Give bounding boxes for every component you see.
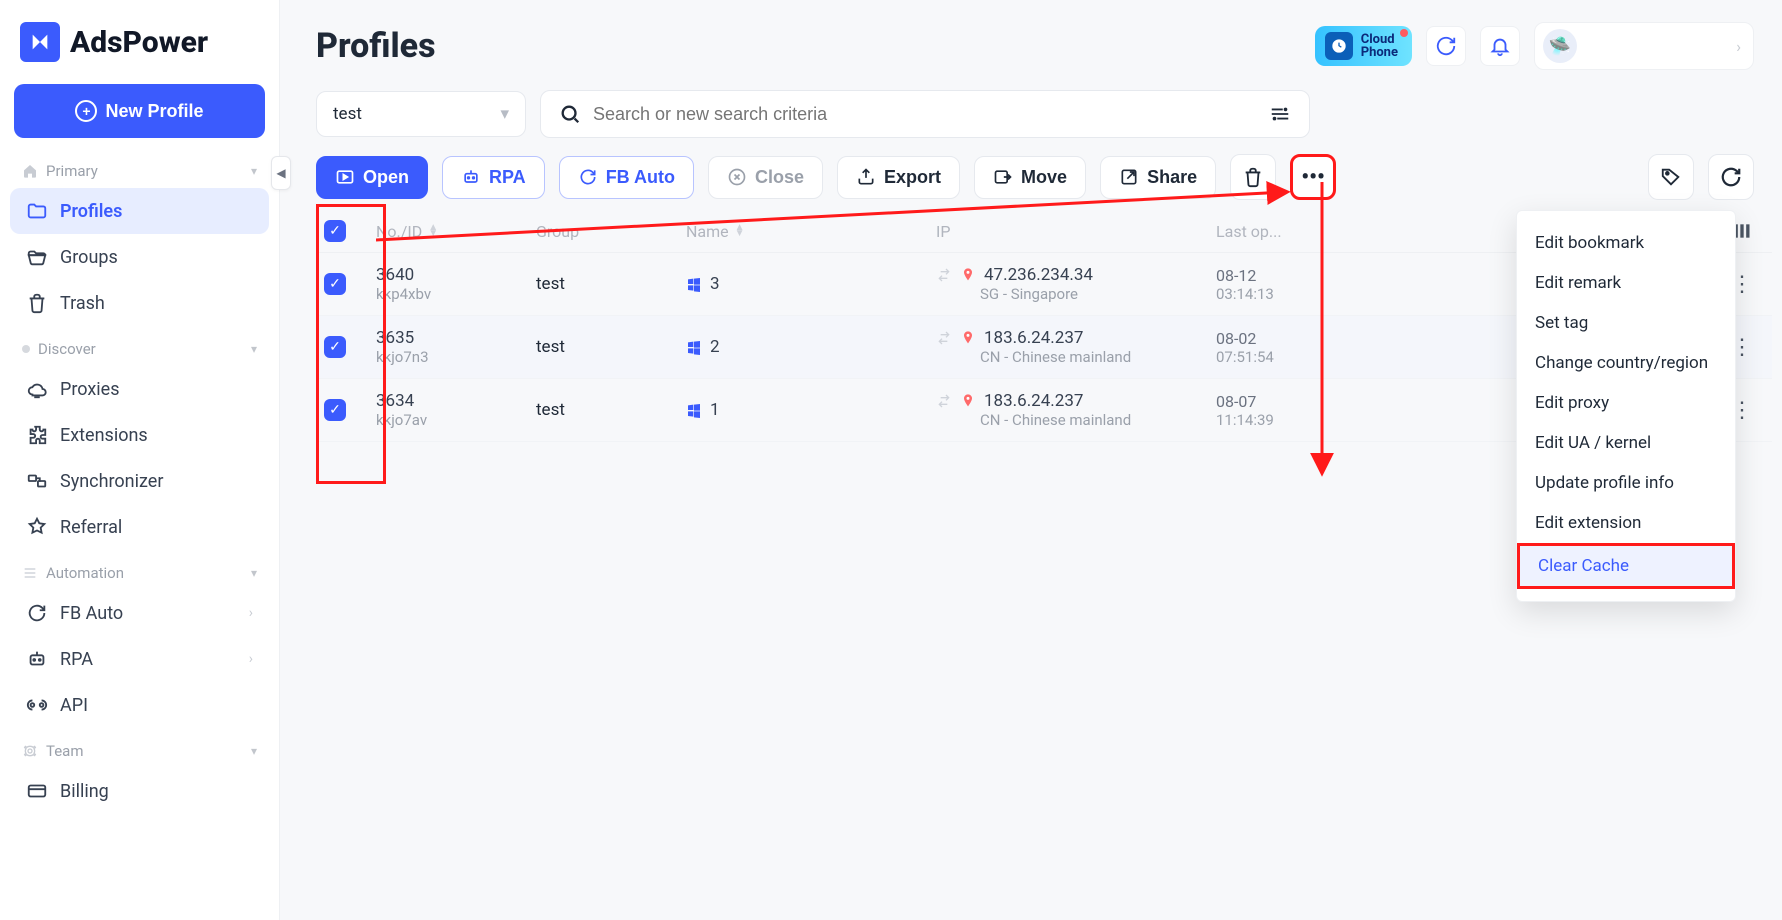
select-all-checkbox[interactable]: ✓ <box>324 220 346 242</box>
chevron-down-icon: ▾ <box>500 104 509 124</box>
sidebar-item-extensions[interactable]: Extensions <box>10 412 269 458</box>
search-input[interactable] <box>593 104 1257 125</box>
windows-icon <box>686 276 702 292</box>
sliders-icon[interactable] <box>1269 103 1291 125</box>
logo-icon <box>20 22 60 62</box>
export-button[interactable]: Export <box>837 156 960 199</box>
delete-button[interactable] <box>1230 154 1276 200</box>
menu-edit-ua-kernel[interactable]: Edit UA / kernel <box>1517 423 1735 463</box>
avatar-icon: 🛸 <box>1543 29 1577 63</box>
menu-change-country-region[interactable]: Change country/region <box>1517 343 1735 383</box>
open-button[interactable]: Open <box>316 156 428 199</box>
tag-icon <box>1660 166 1682 188</box>
menu-set-tag[interactable]: Set tag <box>1517 303 1735 343</box>
sidebar-item-profiles[interactable]: Profiles <box>10 188 269 234</box>
cloud-phone-button[interactable]: Cloud Phone <box>1315 26 1412 66</box>
sidebar-item-referral[interactable]: Referral <box>10 504 269 550</box>
refresh-icon <box>1720 166 1742 188</box>
nav-section-primary[interactable]: Primary▾ <box>0 148 279 188</box>
chevron-right-icon: › <box>1736 37 1741 56</box>
logo: AdsPower <box>0 0 279 70</box>
menu-edit-bookmark[interactable]: Edit bookmark <box>1517 223 1735 263</box>
menu-clear-cache[interactable]: Clear Cache <box>1517 543 1735 589</box>
col-name[interactable]: Name <box>686 222 729 241</box>
trash-icon <box>1242 166 1264 188</box>
sidebar-item-billing[interactable]: Billing <box>10 768 269 814</box>
nav-section-automation[interactable]: Automation▾ <box>0 550 279 590</box>
sync-icon-button[interactable] <box>1426 26 1466 66</box>
swap-icon <box>936 393 952 409</box>
col-lastop[interactable]: Last op... <box>1216 222 1282 241</box>
bell-icon-button[interactable] <box>1480 26 1520 66</box>
group-filter-value: test <box>333 104 362 124</box>
account-menu[interactable]: 🛸 › <box>1534 22 1754 70</box>
page-title: Profiles <box>316 26 436 66</box>
menu-edit-remark[interactable]: Edit remark <box>1517 263 1735 303</box>
sidebar: AdsPower + New Profile ◀ Primary▾Profile… <box>0 0 280 920</box>
refresh-icon <box>578 167 598 187</box>
tag-button[interactable] <box>1648 154 1694 200</box>
share-button[interactable]: Share <box>1100 156 1216 199</box>
pin-icon <box>960 267 976 283</box>
pin-icon <box>960 393 976 409</box>
menu-edit-proxy[interactable]: Edit proxy <box>1517 383 1735 423</box>
refresh-button[interactable] <box>1708 154 1754 200</box>
col-group[interactable]: Group <box>536 222 579 241</box>
swap-icon <box>936 330 952 346</box>
row-checkbox[interactable]: ✓ <box>324 399 346 421</box>
cloud-phone-icon <box>1325 32 1353 60</box>
new-profile-button[interactable]: + New Profile <box>14 84 265 138</box>
row-checkbox[interactable]: ✓ <box>324 336 346 358</box>
sidebar-item-api[interactable]: API <box>10 682 269 728</box>
move-icon <box>993 167 1013 187</box>
sidebar-item-fb-auto[interactable]: FB Auto› <box>10 590 269 636</box>
group-filter-select[interactable]: test ▾ <box>316 91 526 137</box>
robot-icon <box>461 167 481 187</box>
sidebar-item-groups[interactable]: Groups <box>10 234 269 280</box>
notification-dot <box>1400 29 1408 37</box>
fb-auto-button[interactable]: FB Auto <box>559 156 694 199</box>
menu-update-profile-info[interactable]: Update profile info <box>1517 463 1735 503</box>
cloud-phone-l2: Phone <box>1361 46 1398 59</box>
close-icon <box>727 167 747 187</box>
sidebar-item-trash[interactable]: Trash <box>10 280 269 326</box>
export-icon <box>856 167 876 187</box>
menu-edit-extension[interactable]: Edit extension <box>1517 503 1735 543</box>
sidebar-item-synchronizer[interactable]: Synchronizer <box>10 458 269 504</box>
swap-icon <box>936 267 952 283</box>
windows-icon <box>686 402 702 418</box>
brand-name: AdsPower <box>70 25 208 60</box>
search-container <box>540 90 1310 138</box>
col-ip[interactable]: IP <box>936 222 950 241</box>
row-checkbox[interactable]: ✓ <box>324 273 346 295</box>
more-actions-button[interactable]: ••• <box>1290 154 1336 200</box>
share-icon <box>1119 167 1139 187</box>
rpa-button[interactable]: RPA <box>442 156 545 199</box>
play-icon <box>335 167 355 187</box>
search-icon <box>559 103 581 125</box>
new-profile-label: New Profile <box>105 101 203 122</box>
sidebar-item-proxies[interactable]: Proxies <box>10 366 269 412</box>
plus-icon: + <box>75 100 97 122</box>
windows-icon <box>686 339 702 355</box>
nav-section-team[interactable]: Team▾ <box>0 728 279 768</box>
sidebar-item-rpa[interactable]: RPA› <box>10 636 269 682</box>
nav-section-discover[interactable]: Discover▾ <box>0 326 279 366</box>
move-button[interactable]: Move <box>974 156 1086 199</box>
close-button[interactable]: Close <box>708 156 823 199</box>
main: Profiles Cloud Phone <box>280 0 1782 920</box>
more-actions-menu: Edit bookmarkEdit remarkSet tagChange co… <box>1516 210 1736 602</box>
col-noid[interactable]: No./ID <box>376 222 422 241</box>
ellipsis-icon: ••• <box>1301 165 1325 190</box>
pin-icon <box>960 330 976 346</box>
